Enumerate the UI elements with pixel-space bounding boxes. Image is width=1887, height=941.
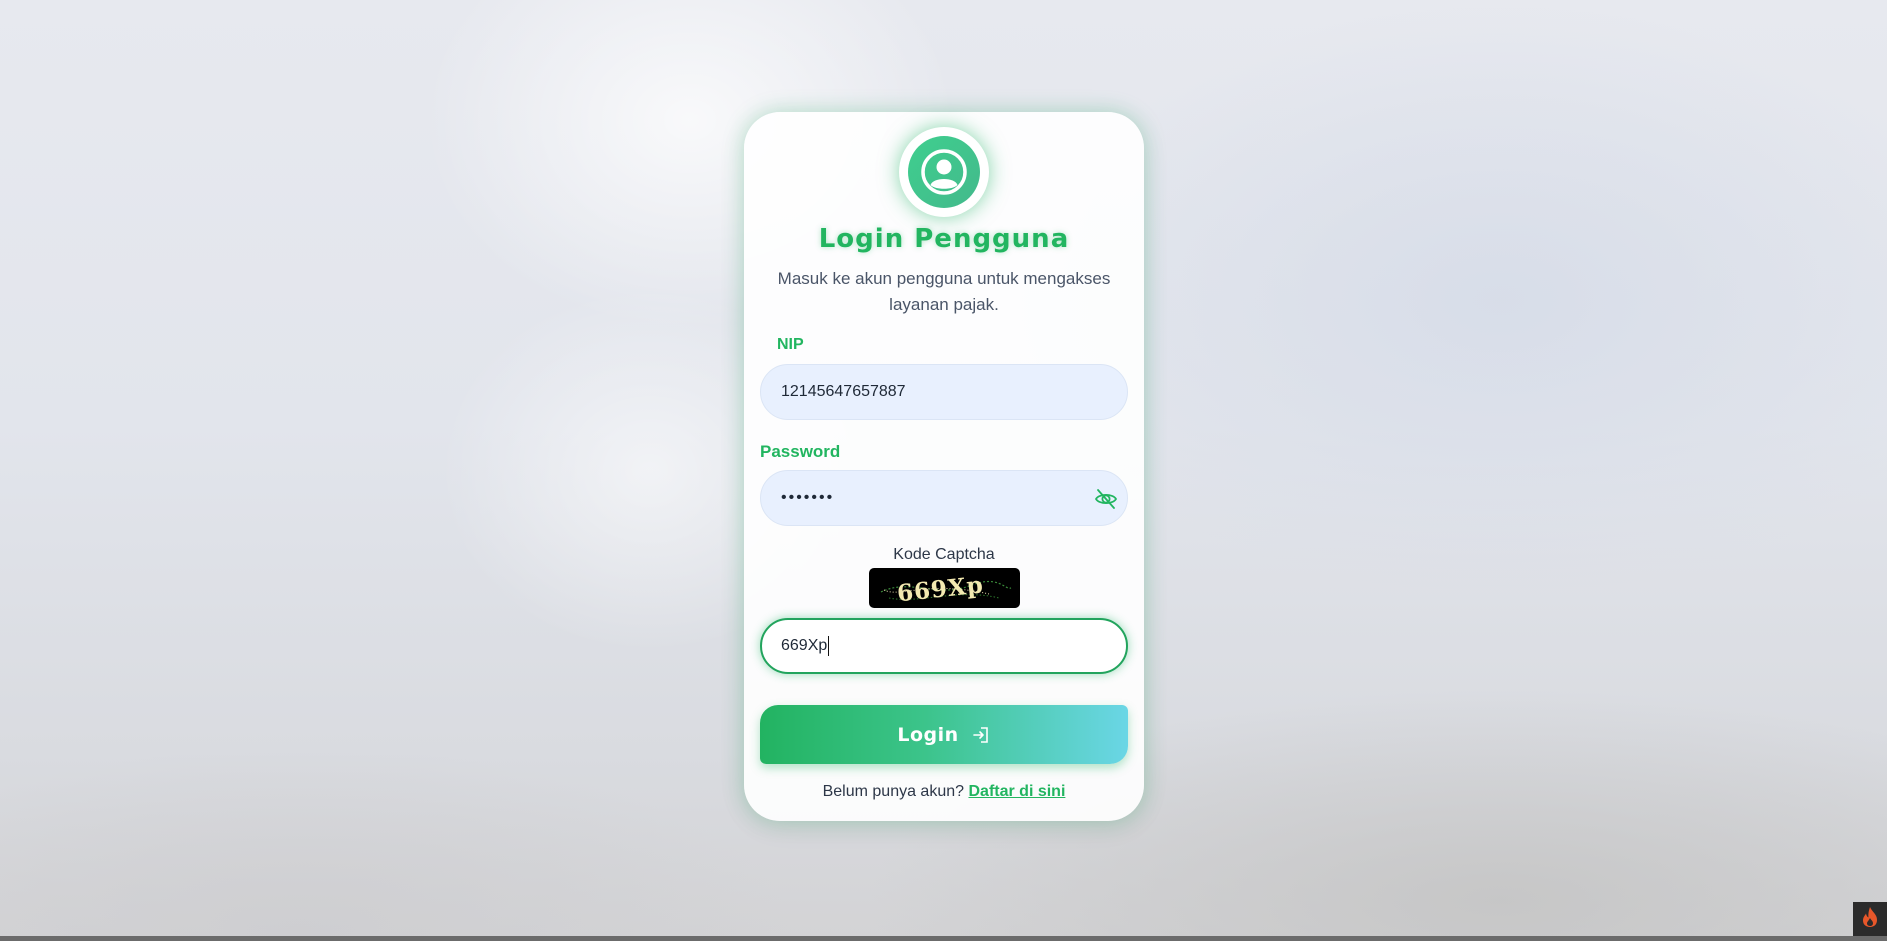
- text-caret: [828, 636, 830, 656]
- login-card: Login Pengguna Masuk ke akun pengguna un…: [744, 112, 1144, 821]
- page-title: Login Pengguna: [818, 224, 1070, 254]
- password-input[interactable]: •••••••: [760, 470, 1128, 526]
- page-subtitle: Masuk ke akun pengguna untuk mengakses l…: [777, 269, 1111, 314]
- register-link[interactable]: Daftar di sini: [968, 783, 1065, 800]
- avatar: [899, 127, 989, 217]
- register-prompt: Belum punya akun? Daftar di sini: [744, 783, 1144, 801]
- page-background: Login Pengguna Masuk ke akun pengguna un…: [0, 0, 1887, 941]
- captcha-input[interactable]: 669Xp: [760, 618, 1128, 674]
- nip-label: NIP: [777, 336, 804, 353]
- corner-badge[interactable]: [1853, 902, 1887, 936]
- user-circle-icon: [908, 136, 980, 208]
- password-label: Password: [760, 442, 841, 461]
- eye-off-icon[interactable]: [1093, 486, 1119, 512]
- captcha-input-value: 669Xp: [781, 637, 828, 654]
- flame-icon: [1860, 906, 1880, 933]
- sign-in-icon: [971, 725, 991, 745]
- login-button-label: Login: [897, 723, 959, 746]
- login-button[interactable]: Login: [760, 705, 1128, 764]
- password-value: •••••••: [781, 489, 835, 506]
- captcha-image: 669Xp: [869, 568, 1020, 608]
- bottom-border: [0, 936, 1887, 941]
- register-prompt-text: Belum punya akun?: [822, 783, 965, 800]
- captcha-label: Kode Captcha: [893, 546, 995, 563]
- nip-value: 12145647657887: [781, 383, 906, 400]
- nip-input[interactable]: 12145647657887: [760, 364, 1128, 420]
- captcha-text: 669Xp: [896, 571, 985, 607]
